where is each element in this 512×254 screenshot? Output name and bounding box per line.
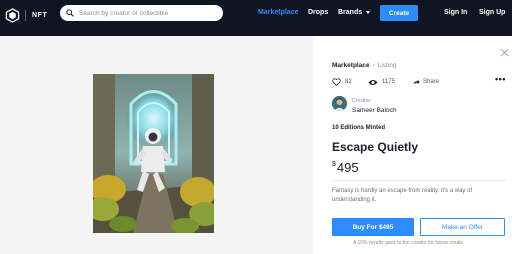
sign-in-link[interactable]: Sign In — [444, 9, 467, 16]
artwork-image[interactable] — [93, 74, 214, 233]
share-icon[interactable] — [412, 78, 420, 86]
nav-marketplace[interactable]: Marketplace — [258, 9, 298, 16]
sign-up-link[interactable]: Sign Up — [479, 9, 505, 16]
breadcrumb-separator: › — [372, 62, 375, 69]
logo-icon — [5, 8, 20, 23]
views-count: 1175 — [382, 79, 395, 85]
search-icon — [66, 9, 74, 17]
item-title: Escape Quietly — [332, 140, 419, 154]
breadcrumb-listing: Listing — [377, 62, 397, 69]
divider — [332, 180, 506, 181]
nav-brands-label: Brands — [338, 9, 363, 16]
logo-divider — [25, 10, 26, 21]
creator-avatar-image — [332, 96, 347, 111]
listing-stats: 82 1175 Share ••• — [332, 74, 507, 89]
price-currency: $ — [332, 161, 336, 168]
creator-name[interactable]: Sameer Baloch — [352, 107, 396, 114]
avatar[interactable] — [332, 96, 347, 111]
breadcrumb-marketplace[interactable]: Marketplace — [332, 62, 370, 69]
more-icon[interactable]: ••• — [495, 74, 506, 84]
search-input[interactable] — [79, 9, 219, 17]
logo-text: NFT — [32, 12, 48, 19]
editions-minted: 10 Editions Minted — [332, 125, 386, 131]
eye-icon — [368, 80, 378, 85]
listing-details-panel: Marketplace › Listing 82 1175 Share ••• Cr… — [313, 36, 512, 254]
item-price: $495 — [332, 160, 359, 175]
logo[interactable]: NFT — [5, 8, 47, 23]
close-icon[interactable] — [500, 48, 509, 57]
caret-down-icon — [366, 10, 371, 14]
search-bar[interactable] — [60, 5, 223, 21]
share-label[interactable]: Share — [423, 79, 439, 85]
heart-icon[interactable] — [332, 78, 341, 86]
creator-label: Creator — [352, 98, 371, 104]
likes-count: 82 — [345, 79, 352, 85]
make-offer-button[interactable]: Make an Offer — [420, 218, 505, 236]
item-description: Fantasy is hardly an escape from reality… — [332, 188, 473, 203]
buy-button[interactable]: Buy For $495 — [332, 218, 414, 236]
royalty-note: A 10% royalty goes to the creator for fu… — [353, 240, 464, 246]
create-button[interactable]: Create — [380, 5, 418, 21]
price-value: 495 — [336, 160, 359, 175]
artwork-panel — [0, 36, 313, 254]
breadcrumb: Marketplace › Listing — [332, 62, 397, 69]
nav-drops[interactable]: Drops — [308, 9, 328, 16]
nav-brands[interactable]: Brands — [338, 9, 371, 16]
top-nav-bar: NFT Marketplace Drops Brands Create Sign… — [0, 0, 512, 36]
